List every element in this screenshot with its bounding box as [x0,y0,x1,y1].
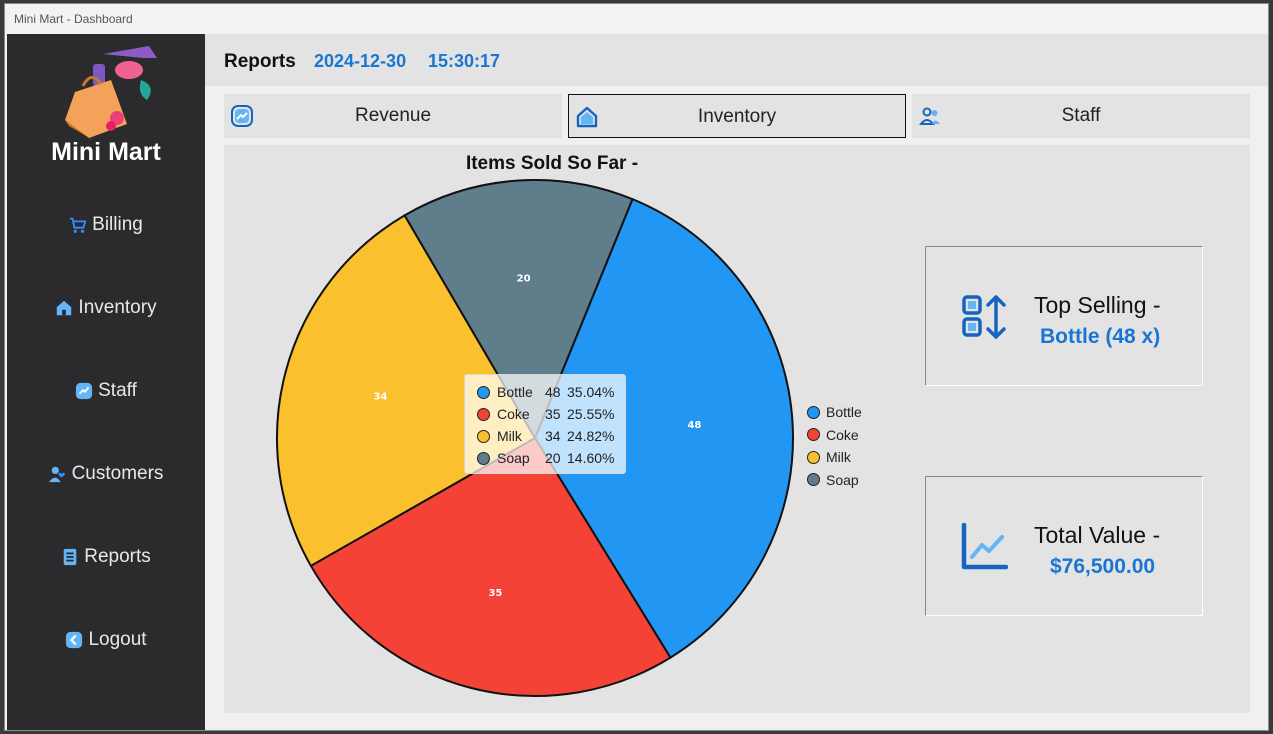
tooltip-percent: 25.55% [567,406,615,422]
top-selling-card: Top Selling - Bottle (48 x) [925,246,1203,386]
sidebar-item-customers[interactable]: Customers [7,457,205,491]
tab-label: Staff [1061,105,1101,126]
sidebar-item-label: Staff [98,380,137,401]
trend-icon [76,382,93,400]
sidebar-item-label: Billing [92,214,143,235]
legend-swatch [807,473,820,487]
legend-swatch [807,450,820,464]
current-date: 2024-12-30 [314,51,407,71]
tooltip-name: Milk [497,428,522,444]
legend-item[interactable]: Bottle [807,401,862,424]
chart-tooltip: Bottle 48 35.04% Coke 35 25.55% Milk 34 … [464,374,626,474]
tab-inventory[interactable]: Inventory [568,94,906,138]
sidebar-item-billing[interactable]: Billing [7,208,205,242]
card-value: $76,500.00 [1050,555,1156,578]
legend-item[interactable]: Milk [807,446,862,469]
tooltip-name: Soap [497,450,530,466]
card-label: Top Selling - [1034,292,1161,318]
app-window: Mini Mart - Dashboard Mini Mart Billing [4,3,1269,731]
legend-label: Milk [826,449,851,466]
sidebar-item-staff[interactable]: Staff [7,374,205,408]
sidebar-item-reports[interactable]: Reports [7,540,205,574]
tab-label: Inventory [697,106,777,127]
window-title: Mini Mart - Dashboard [5,4,1268,34]
legend-label: Bottle [826,404,862,421]
tooltip-name: Coke [497,406,530,422]
tooltip-percent: 14.60% [567,450,615,466]
tab-revenue[interactable]: Revenue [224,94,562,138]
slice-value-label: 35 [488,588,502,599]
home-icon [57,300,72,316]
legend-item[interactable]: Coke [807,424,862,447]
sidebar-item-label: Customers [71,463,164,484]
sort-icon [962,295,1006,339]
page-header: Reports 2024-12-30 15:30:17 [205,34,1268,86]
user-heart-icon [48,466,65,483]
swatch-soap [477,451,490,465]
sidebar-item-inventory[interactable]: Inventory [7,291,205,325]
sidebar-item-label: Inventory [78,297,157,318]
tooltip-percent: 24.82% [567,428,615,444]
swatch-bottle [477,385,490,399]
tooltip-value: 20 [545,450,561,466]
line-chart-icon [961,523,1008,570]
tooltip-name: Bottle [497,384,533,400]
swatch-milk [477,429,490,443]
document-icon [63,548,77,566]
tooltip-row: Milk 34 24.82% [477,425,625,447]
sidebar: Mini Mart Billing Inventory Staff Custom… [7,34,205,730]
tooltip-value: 35 [545,406,561,422]
legend-swatch [807,428,820,442]
chart-panel: Items Sold So Far - 48 35 34 20 Bottle 48 3… [224,145,1250,713]
page-title: Reports [224,51,296,72]
tooltip-value: 48 [545,384,561,400]
sidebar-item-label: Logout [88,629,147,650]
mini-mart-logo-icon [65,46,157,140]
tab-label: Revenue [354,105,432,126]
main-content: Reports 2024-12-30 15:30:17 Revenue Inve… [205,34,1268,730]
slice-value-label: 34 [374,392,388,403]
slice-value-label: 48 [687,420,701,431]
slice-value-label: 20 [517,273,531,284]
legend-label: Coke [826,426,859,443]
legend-label: Soap [826,471,859,488]
back-arrow-icon [66,631,83,649]
tooltip-percent: 35.04% [567,384,615,400]
sidebar-item-logout[interactable]: Logout [7,623,205,657]
legend-item[interactable]: Soap [807,469,862,492]
sidebar-item-label: Reports [84,546,151,567]
legend-swatch [807,405,820,419]
card-label: Total Value - [1034,522,1161,548]
tab-staff[interactable]: Staff [912,94,1250,138]
tooltip-row: Bottle 48 35.04% [477,381,625,403]
cart-icon [70,217,87,233]
brand-name: Mini Mart [51,138,161,166]
tooltip-value: 34 [545,428,561,444]
chart-legend: Bottle Coke Milk Soap [807,401,862,491]
current-time: 15:30:17 [428,51,501,71]
tooltip-row: Coke 35 25.55% [477,403,625,425]
total-value-card: Total Value - $76,500.00 [925,476,1203,616]
card-value: Bottle (48 x) [1040,325,1161,348]
tooltip-row: Soap 20 14.60% [477,447,625,469]
swatch-coke [477,407,490,421]
